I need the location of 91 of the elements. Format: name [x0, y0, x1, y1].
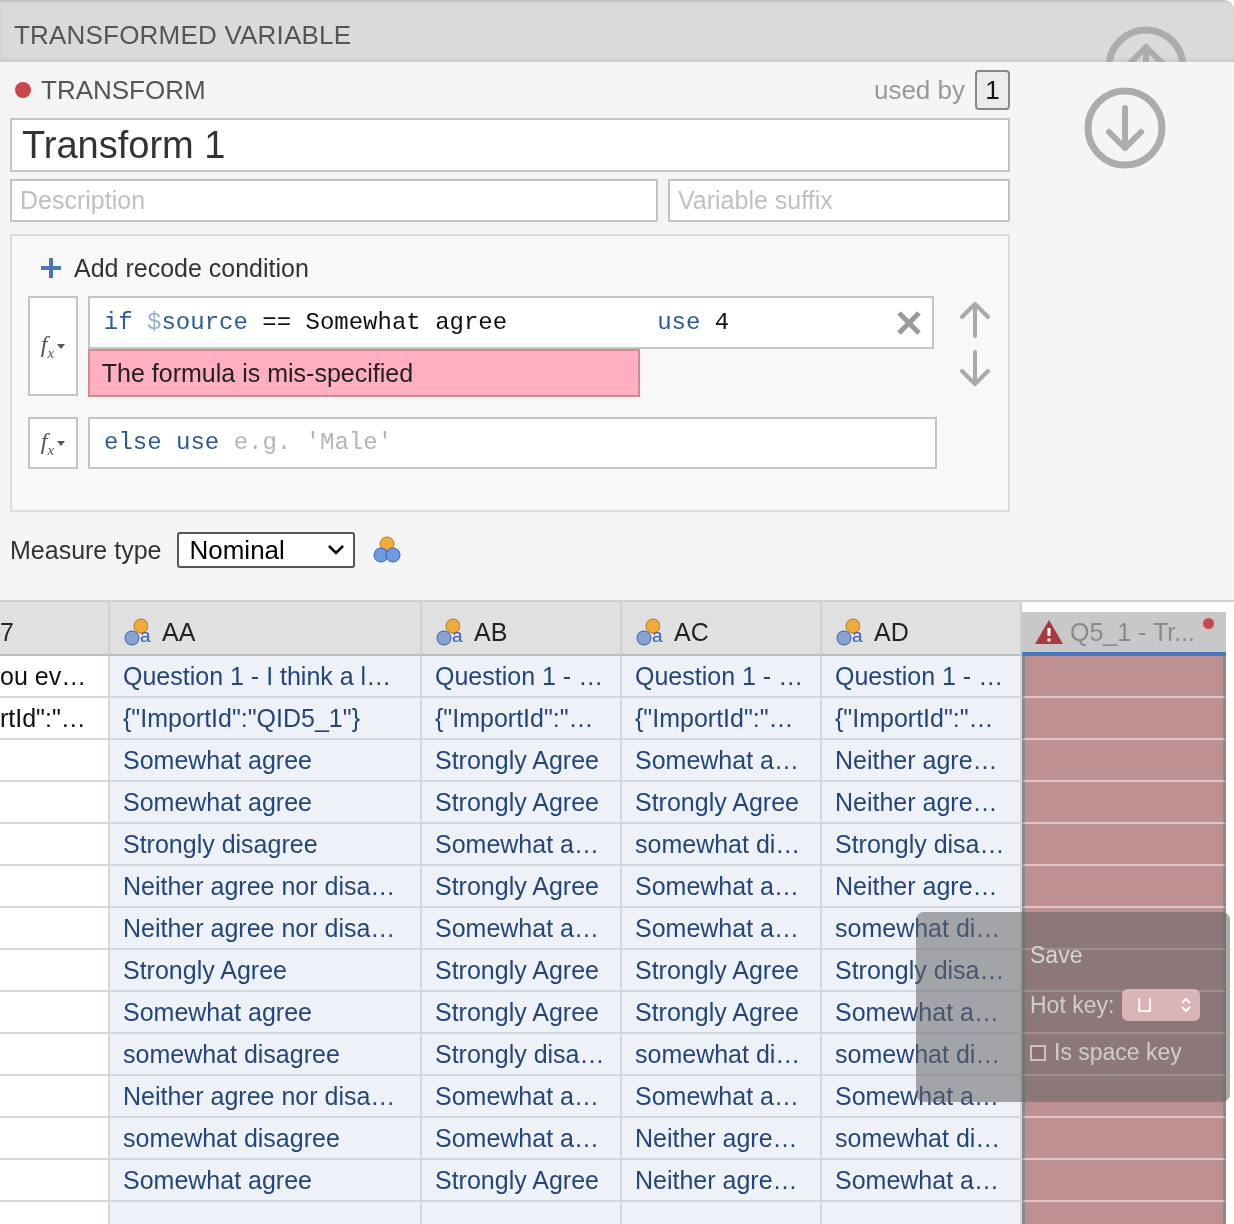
table-cell: Strongly disa… [822, 824, 1022, 866]
table-cell: Somewhat a… [422, 908, 622, 950]
add-condition-button[interactable]: Add recode condition [28, 252, 309, 284]
measure-type-label: Measure type [10, 535, 162, 565]
table-cell: Somewhat a… [622, 740, 822, 782]
description-field[interactable]: Description [10, 179, 658, 222]
column-header[interactable]: a AD [822, 602, 1022, 656]
table-cell: Strongly disa… [422, 1034, 622, 1076]
table-cell: Somewhat a… [622, 1076, 822, 1118]
table-cell: somewhat di… [822, 1118, 1022, 1160]
nominal-text-icon: a [434, 617, 468, 647]
table-cell: Strongly Agree [622, 782, 822, 824]
table-cell: Neither agre… [822, 740, 1022, 782]
stepper-icon [1180, 996, 1193, 1014]
table-cell: somewhat di… [822, 908, 1022, 950]
table-cell: Somewhat agree [110, 740, 422, 782]
table-cell: Neither agre… [822, 866, 1022, 908]
table-cell: Strongly Agree [622, 950, 822, 992]
table-cell: Strongly Agree [622, 992, 822, 1034]
table-cell: {"ImportId":"… [822, 698, 1022, 740]
suffix-field[interactable]: Variable suffix [668, 179, 1010, 222]
error-dot [1203, 618, 1214, 629]
table-cell: somewhat di… [622, 1034, 822, 1076]
move-down-icon[interactable] [958, 350, 992, 388]
table-cell: Question 1 - … [822, 656, 1022, 698]
move-up-icon[interactable] [958, 300, 992, 338]
nominal-text-icon: a [834, 617, 868, 647]
plus-icon [40, 257, 62, 279]
space-key-label: Is space key [1054, 1039, 1182, 1066]
table-cell: somewhat disagree [110, 1118, 422, 1160]
table-cell: {"ImportId":"… [422, 698, 622, 740]
table-cell: Somewhat a… [422, 824, 622, 866]
table-cell: Neither agree nor disa… [110, 908, 422, 950]
section-label: TRANSFORM [41, 74, 206, 106]
nominal-text-icon: a [634, 617, 668, 647]
delete-icon[interactable] [896, 309, 922, 336]
table-cell: {"ImportId":"… [622, 698, 822, 740]
column-header[interactable]: a AA [110, 602, 422, 656]
caret-icon [57, 440, 66, 446]
column-header[interactable]: a AC [622, 602, 822, 656]
table-cell: Neither agre… [822, 782, 1022, 824]
measure-type-select[interactable]: Nominal [177, 532, 356, 568]
table-cell: Question 1 - … [422, 656, 622, 698]
table-cell: Strongly disagree [110, 824, 422, 866]
used-by-count-button[interactable]: 1 [975, 70, 1010, 110]
table-cell: Neither agre… [622, 1160, 822, 1202]
table-cell: Strongly disa… [822, 950, 1022, 992]
table-cell: Question 1 - I think a l… [110, 656, 422, 698]
hot-key-label: Hot key: [1030, 991, 1115, 1019]
table-cell: Strongly Agree [422, 782, 622, 824]
table-cell: Strongly Agree [422, 950, 622, 992]
table-cell: Somewhat agree [110, 1160, 422, 1202]
table-cell: ou ev… [0, 656, 110, 698]
warning-icon [1034, 619, 1064, 645]
table-cell: Strongly Agree [110, 950, 422, 992]
table-cell: {"ImportId":"QID5_1"} [110, 698, 422, 740]
column-header[interactable]: 7 [0, 602, 110, 656]
table-cell: Strongly Agree [422, 866, 622, 908]
table-cell: Strongly Agree [422, 1160, 622, 1202]
table-cell: Question 1 - … [622, 656, 822, 698]
table-cell: rtId":"… [0, 698, 110, 740]
else-formula-field[interactable]: else use e.g. 'Male' [88, 417, 937, 469]
used-by-label: used by [873, 74, 965, 106]
table-cell: Neither agre… [622, 1118, 822, 1160]
table-cell: Neither agree nor disa… [110, 1076, 422, 1118]
nominal-measure-icon [371, 534, 404, 566]
popup-title: Save [1030, 942, 1083, 969]
chevron-down-icon [327, 544, 346, 556]
table-cell: Somewhat agree [110, 992, 422, 1034]
down-arrow-circle-icon[interactable] [1083, 86, 1167, 170]
table-cell: Strongly Agree [422, 740, 622, 782]
table-cell: Somewhat a… [622, 908, 822, 950]
table-cell: Somewhat a… [422, 1118, 622, 1160]
table-cell: Somewhat a… [622, 866, 822, 908]
table-cell: Neither agree nor disa… [110, 866, 422, 908]
error-message: The formula is mis-specified [87, 349, 640, 397]
table-cell: Somewhat agree [110, 782, 422, 824]
function-menu-button[interactable]: f$_{x}$ [28, 296, 78, 396]
name-field[interactable]: Transform 1 [10, 118, 1010, 172]
function-menu-button[interactable]: f$_{x}$ [28, 417, 78, 469]
table-cell: Somewhat a… [822, 992, 1022, 1034]
table-cell: somewhat disagree [110, 1034, 422, 1076]
column-header[interactable]: a AB [422, 602, 622, 656]
table-cell: Strongly Agree [422, 992, 622, 1034]
table-cell: Somewhat a… [822, 1160, 1022, 1202]
caret-icon [57, 343, 66, 349]
panel-title: TRANSFORMED VARIABLE [13, 19, 352, 51]
table-cell: somewhat di… [822, 1034, 1022, 1076]
nominal-text-icon: a [122, 617, 156, 647]
table-cell: Somewhat a… [422, 1076, 622, 1118]
table-cell: somewhat di… [622, 824, 822, 866]
